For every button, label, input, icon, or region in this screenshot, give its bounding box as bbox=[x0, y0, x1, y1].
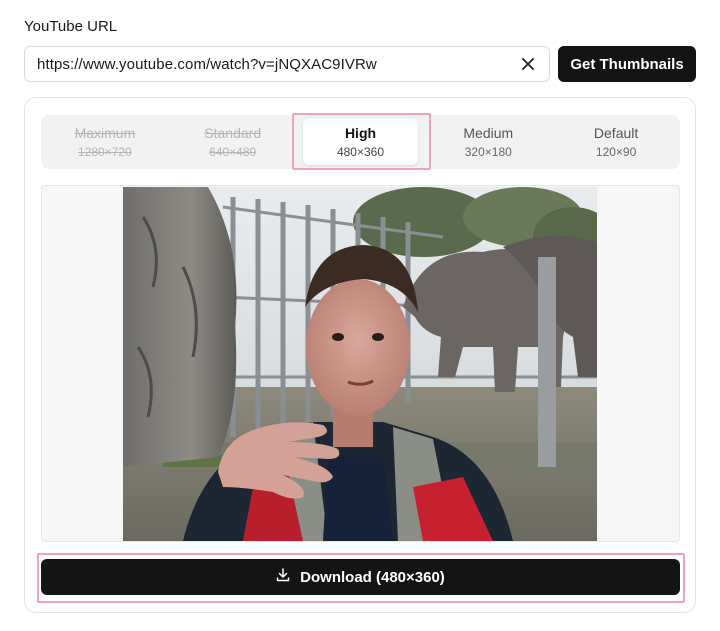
tab-label: High bbox=[344, 125, 377, 141]
tab-resolution: 320×180 bbox=[464, 145, 512, 159]
tab-resolution: 120×90 bbox=[595, 145, 637, 159]
tab-medium[interactable]: Medium 320×180 bbox=[424, 115, 552, 169]
tab-resolution: 480×360 bbox=[336, 145, 385, 159]
download-button[interactable]: Download (480×360) bbox=[41, 559, 680, 595]
tab-label: Medium bbox=[463, 125, 514, 141]
tab-label: Default bbox=[593, 125, 639, 141]
resolution-tabs: Maximum 1280×720 Standard 640×480 High 4… bbox=[41, 115, 680, 169]
tab-label: Maximum bbox=[74, 125, 136, 141]
tab-resolution: 640×480 bbox=[209, 145, 257, 159]
thumbnail-card: Maximum 1280×720 Standard 640×480 High 4… bbox=[24, 97, 696, 613]
tab-standard[interactable]: Standard 640×480 bbox=[169, 115, 297, 169]
close-icon[interactable] bbox=[519, 55, 537, 73]
url-label: YouTube URL bbox=[24, 18, 118, 35]
tab-label: Standard bbox=[204, 125, 262, 141]
get-thumbnails-button[interactable]: Get Thumbnails bbox=[558, 46, 696, 82]
tab-default[interactable]: Default 120×90 bbox=[552, 115, 680, 169]
tab-high[interactable]: High 480×360 bbox=[297, 115, 425, 169]
tab-maximum[interactable]: Maximum 1280×720 bbox=[41, 115, 169, 169]
tab-resolution: 1280×720 bbox=[78, 145, 132, 159]
thumbnail-preview bbox=[41, 185, 680, 542]
url-input-wrapper[interactable] bbox=[24, 46, 550, 82]
download-label: Download (480×360) bbox=[300, 568, 445, 586]
thumbnail-image bbox=[123, 187, 597, 541]
download-icon bbox=[276, 568, 290, 586]
url-input[interactable] bbox=[37, 55, 519, 73]
